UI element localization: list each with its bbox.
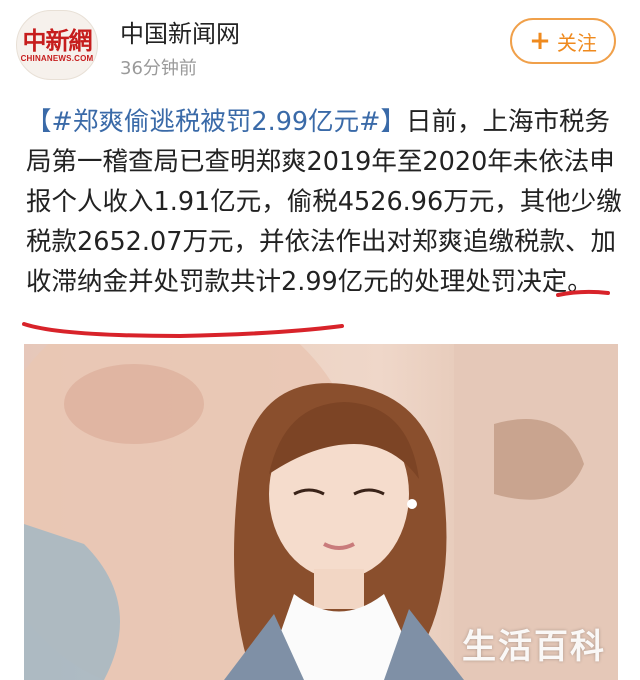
logo-text-cn: 中新網 <box>22 25 93 55</box>
account-name[interactable]: 中国新闻网 <box>120 14 240 49</box>
post-text: 【#郑爽偷逃税被罚2.99亿元#】日前，上海市税务局第一稽查局已查明郑爽2019… <box>26 102 622 302</box>
red-underline-mark <box>22 322 344 339</box>
follow-button[interactable]: + 关注 <box>510 18 616 64</box>
hashtag-link[interactable]: 【#郑爽偷逃税被罚2.99亿元#】 <box>26 107 406 137</box>
post-photo[interactable]: 生活百科 <box>24 344 618 680</box>
post-timestamp: 36分钟前 <box>120 58 197 79</box>
watermark: 生活百科 <box>462 627 606 667</box>
logo-text-en: CHINANEWS.COM <box>20 53 94 63</box>
post-header: 中新網 CHINANEWS.COM 中国新闻网 36分钟前 + 关注 <box>0 0 640 92</box>
follow-label: 关注 <box>556 30 597 55</box>
red-underline-mark <box>556 289 610 297</box>
account-avatar[interactable]: 中新網 CHINANEWS.COM <box>16 10 98 80</box>
plus-icon: + <box>529 26 551 56</box>
